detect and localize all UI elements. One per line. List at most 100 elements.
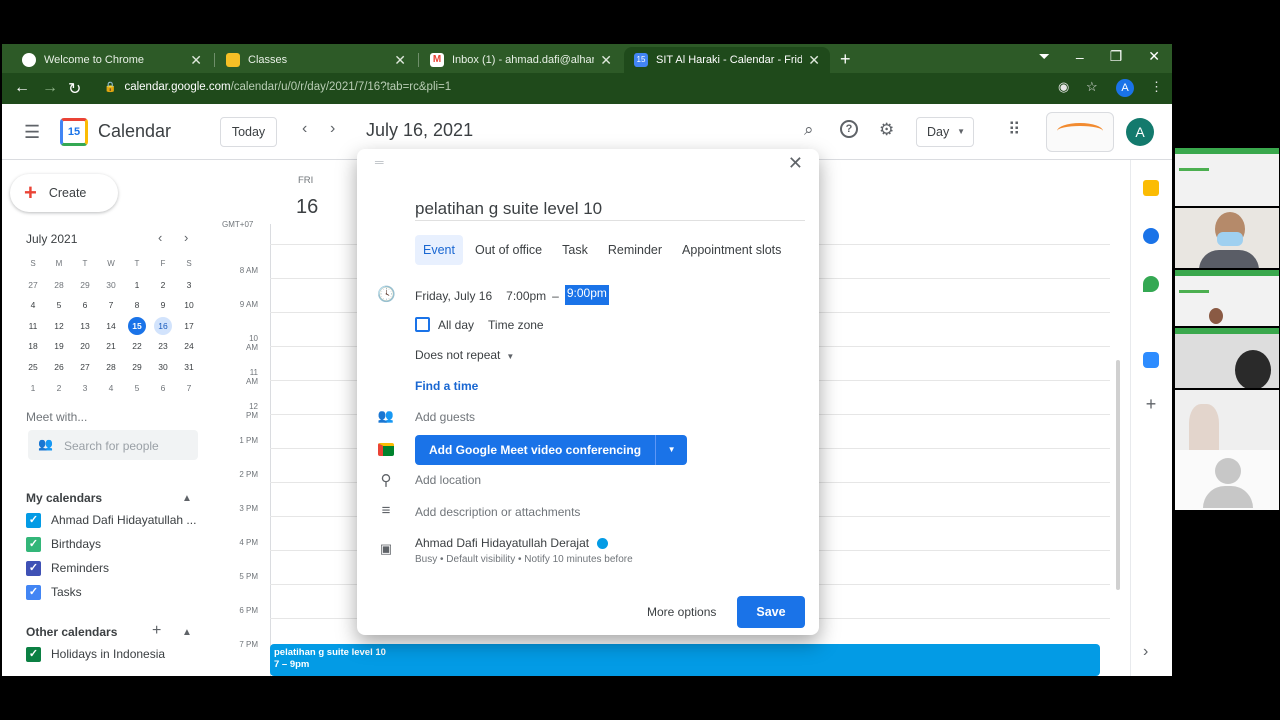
mini-day[interactable]: 30 xyxy=(98,275,124,296)
add-meet-button[interactable]: Add Google Meet video conferencing xyxy=(415,435,656,465)
tab-event[interactable]: Event xyxy=(415,235,463,265)
add-guests-input[interactable]: Add guests xyxy=(415,410,475,424)
mini-day[interactable]: 3 xyxy=(176,275,202,296)
mini-day[interactable]: 19 xyxy=(46,336,72,357)
tab-out-of-office[interactable]: Out of office xyxy=(467,235,550,265)
mini-day[interactable]: 11 xyxy=(20,316,46,337)
mini-day[interactable]: 28 xyxy=(98,357,124,378)
mini-day[interactable]: 1 xyxy=(20,378,46,399)
all-day-checkbox[interactable] xyxy=(415,317,430,332)
tab-welcome-chrome[interactable]: Welcome to Chrome ✕ xyxy=(12,47,212,73)
mini-day[interactable]: 12 xyxy=(46,316,72,337)
tab-task[interactable]: Task xyxy=(554,235,596,265)
mini-day[interactable]: 31 xyxy=(176,357,202,378)
mini-day[interactable]: 5 xyxy=(46,295,72,316)
mini-day[interactable]: 29 xyxy=(124,357,150,378)
close-icon[interactable]: ✕ xyxy=(788,153,803,174)
forward-icon[interactable]: → xyxy=(42,79,58,97)
expand-panel-icon[interactable]: › xyxy=(1143,644,1159,660)
mini-day[interactable]: 8 xyxy=(124,295,150,316)
menu-icon[interactable]: ☰ xyxy=(24,122,40,143)
owner-details[interactable]: Busy • Default visibility • Notify 10 mi… xyxy=(415,554,633,565)
date-picker[interactable]: Friday, July 16 xyxy=(415,289,492,303)
calendar-owner[interactable]: Ahmad Dafi Hidayatullah Derajat xyxy=(415,536,609,550)
search-people-input[interactable]: 👥 Search for people xyxy=(28,430,198,460)
mini-day[interactable]: 1 xyxy=(124,275,150,296)
browser-menu-icon[interactable]: ⋮ xyxy=(1150,79,1163,95)
collapse-icon[interactable]: ▲ xyxy=(182,627,192,638)
gear-icon[interactable]: ⚙ xyxy=(879,120,894,140)
mini-day[interactable]: 20 xyxy=(72,336,98,357)
find-a-time-link[interactable]: Find a time xyxy=(415,379,478,393)
tab-search-icon[interactable]: ⏷ xyxy=(1039,48,1050,65)
mini-day-selected[interactable]: 16 xyxy=(150,316,176,337)
mini-day[interactable]: 18 xyxy=(20,336,46,357)
checkbox-checked-icon[interactable]: ✓ xyxy=(26,584,41,600)
mini-day[interactable]: 27 xyxy=(20,275,46,296)
mini-day[interactable]: 3 xyxy=(72,378,98,399)
close-window-icon[interactable]: ✕ xyxy=(1148,48,1160,65)
mini-day[interactable]: 25 xyxy=(20,357,46,378)
tab-inbox[interactable]: M Inbox (1) - ahmad.dafi@alharaki. ✕ xyxy=(420,47,622,73)
mini-day[interactable]: 13 xyxy=(72,316,98,337)
tab-classes[interactable]: Classes ✕ xyxy=(216,47,416,73)
repeat-dropdown[interactable]: Does not repeat ▼ xyxy=(415,348,514,362)
minimize-icon[interactable]: – xyxy=(1076,49,1084,65)
view-selector[interactable]: Day ▼ xyxy=(916,117,974,147)
profile-avatar[interactable]: A xyxy=(1116,79,1134,97)
search-icon[interactable]: ⌕ xyxy=(804,120,814,140)
prev-day-icon[interactable]: ‹ xyxy=(302,120,307,138)
mini-day[interactable]: 4 xyxy=(98,378,124,399)
mini-day[interactable]: 21 xyxy=(98,336,124,357)
mini-prev-icon[interactable]: ‹ xyxy=(158,230,162,245)
other-calendars-title[interactable]: Other calendars xyxy=(26,625,117,639)
tasks-icon[interactable] xyxy=(1143,228,1159,244)
url-field[interactable]: 🔒 calendar.google.com/calendar/u/0/r/day/… xyxy=(104,81,451,93)
maps-icon[interactable] xyxy=(1143,276,1159,292)
mini-next-icon[interactable]: › xyxy=(184,230,188,245)
save-button[interactable]: Save xyxy=(737,596,805,628)
today-button[interactable]: Today xyxy=(220,117,277,147)
calendar-item[interactable]: ✓ Birthdays xyxy=(26,534,101,554)
mini-day[interactable]: 27 xyxy=(72,357,98,378)
close-tab-icon[interactable]: ✕ xyxy=(190,52,202,69)
mini-day[interactable]: 6 xyxy=(72,295,98,316)
add-location-input[interactable]: Add location xyxy=(415,473,481,487)
mini-day[interactable]: 22 xyxy=(124,336,150,357)
help-icon[interactable]: ? xyxy=(840,120,858,138)
mini-day[interactable]: 23 xyxy=(150,336,176,357)
collapse-icon[interactable]: ▲ xyxy=(182,493,192,504)
back-icon[interactable]: ← xyxy=(14,79,30,97)
reload-icon[interactable]: ↻ xyxy=(68,79,81,99)
checkbox-checked-icon[interactable]: ✓ xyxy=(26,512,41,528)
tab-calendar[interactable]: 15 SIT Al Haraki - Calendar - Friday, ✕ xyxy=(624,47,830,73)
mini-day[interactable]: 5 xyxy=(124,378,150,399)
time-zone-button[interactable]: Time zone xyxy=(488,318,544,332)
zoom-icon[interactable] xyxy=(1143,352,1159,368)
day-number[interactable]: 16 xyxy=(296,196,318,219)
close-tab-icon[interactable]: ✕ xyxy=(808,52,820,69)
add-addon-icon[interactable]: + xyxy=(1143,395,1159,413)
mini-day[interactable]: 29 xyxy=(72,275,98,296)
mini-day[interactable]: 9 xyxy=(150,295,176,316)
add-description-input[interactable]: Add description or attachments xyxy=(415,505,580,519)
end-time[interactable]: 9:00pm xyxy=(564,285,609,305)
more-options-button[interactable]: More options xyxy=(639,597,724,627)
eye-icon[interactable]: ◉ xyxy=(1058,79,1069,95)
mini-day[interactable]: 26 xyxy=(46,357,72,378)
meet-options-dropdown[interactable]: ▼ xyxy=(655,435,688,465)
calendar-item[interactable]: ✓ Reminders xyxy=(26,558,109,578)
mini-day[interactable]: 2 xyxy=(150,275,176,296)
add-calendar-icon[interactable]: + xyxy=(152,622,161,640)
checkbox-checked-icon[interactable]: ✓ xyxy=(26,646,41,662)
next-day-icon[interactable]: › xyxy=(330,120,335,138)
scrollbar[interactable] xyxy=(1116,360,1120,590)
mini-day[interactable]: 7 xyxy=(98,295,124,316)
mini-day[interactable]: 30 xyxy=(150,357,176,378)
mini-day[interactable]: 4 xyxy=(20,295,46,316)
tab-reminder[interactable]: Reminder xyxy=(600,235,670,265)
tab-appointment-slots[interactable]: Appointment slots xyxy=(674,235,789,265)
mini-day-today[interactable]: 15 xyxy=(124,316,150,337)
mini-day[interactable]: 28 xyxy=(46,275,72,296)
mini-day[interactable]: 14 xyxy=(98,316,124,337)
